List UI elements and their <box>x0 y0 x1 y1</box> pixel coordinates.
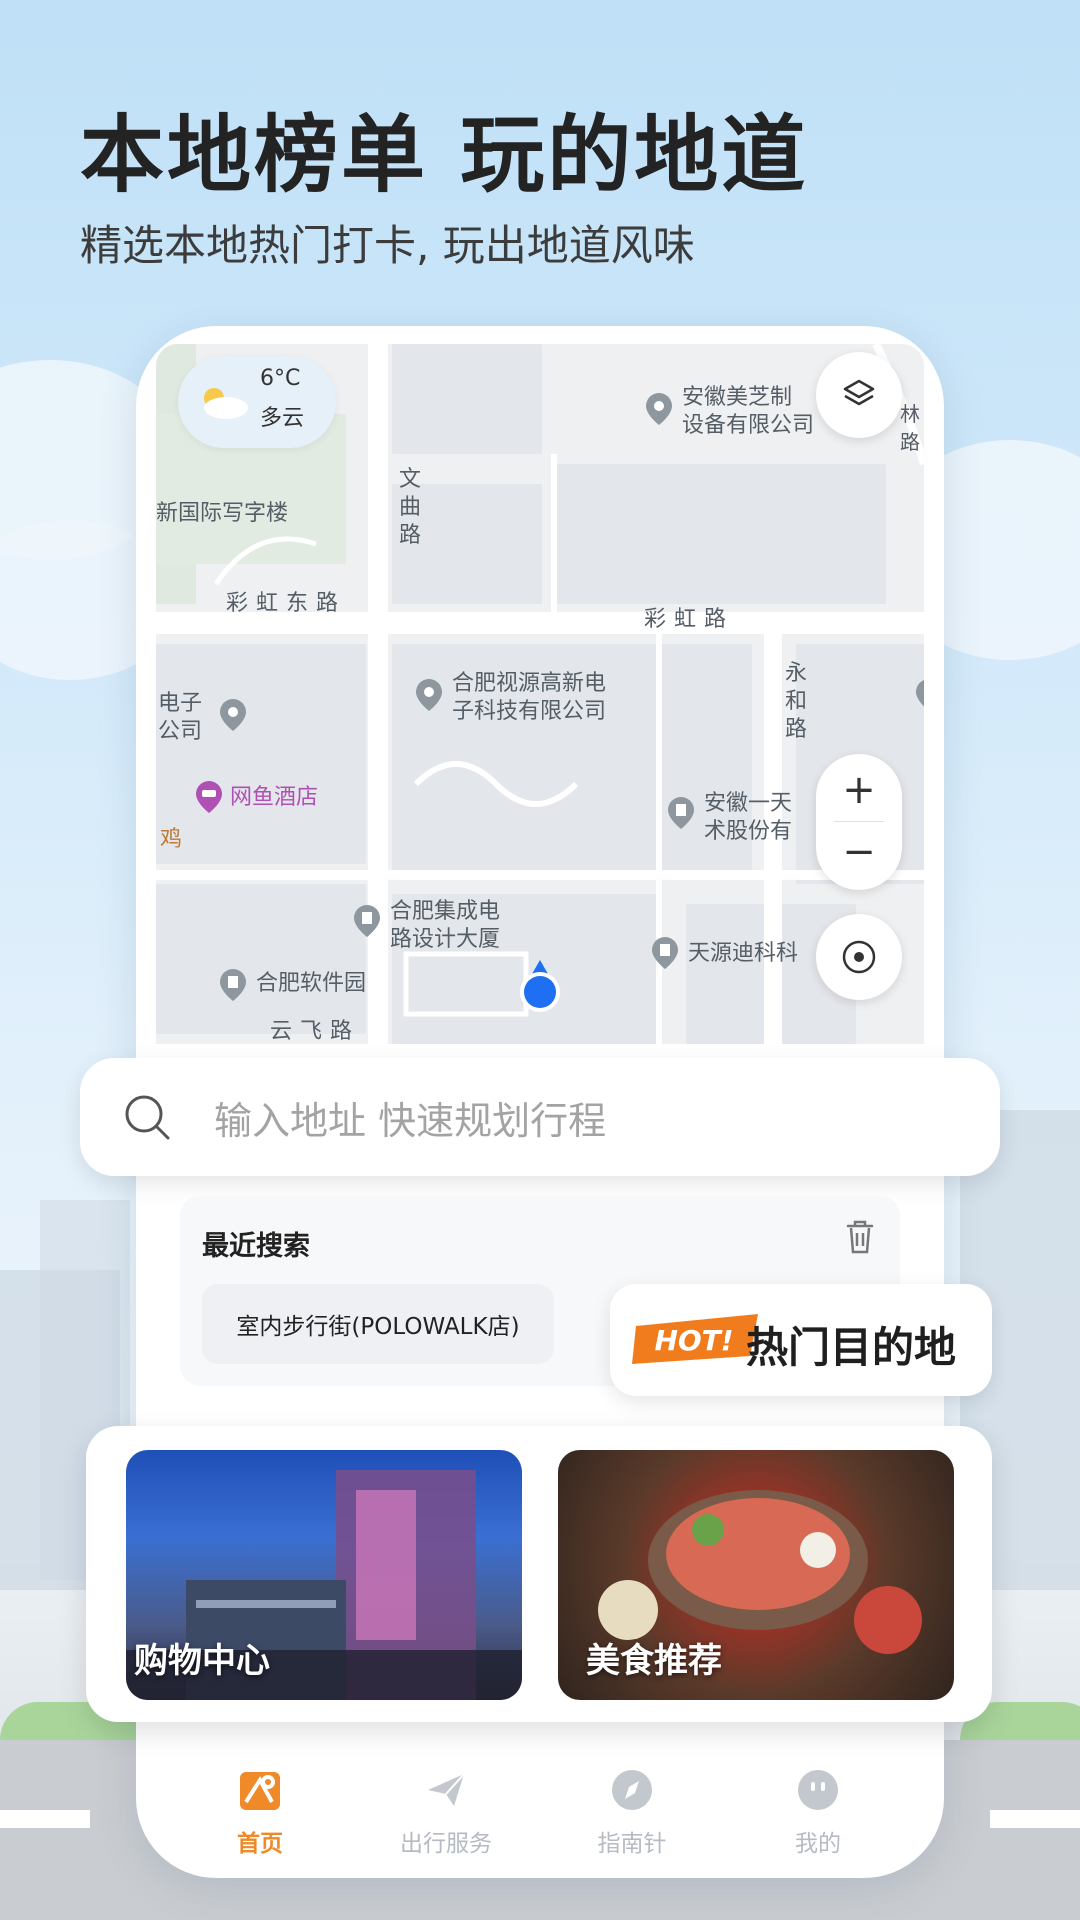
map-road-label-lin: 林路 <box>900 402 920 454</box>
hot-destinations-tag[interactable]: HOT! 热门目的地 <box>610 1284 992 1396</box>
hot-badge-icon: HOT! <box>632 1314 758 1364</box>
map-label-anhui-yitian[interactable]: 安徽一天 术股份有 <box>704 790 792 846</box>
zoom-out-button[interactable]: − <box>816 822 902 882</box>
map-poi-pin-icon[interactable] <box>218 968 248 1001</box>
map-label-shiyuan[interactable]: 合肥视源高新电 子科技有限公司 <box>452 670 606 726</box>
map-poi-pin-icon[interactable] <box>218 698 248 731</box>
hotel-pin-icon[interactable] <box>194 780 224 813</box>
layers-icon <box>843 379 875 406</box>
search-icon <box>125 1095 170 1140</box>
promo-subline: 精选本地热门打卡, 玩出地道风味 <box>80 221 695 270</box>
svg-text:HOT!: HOT! <box>654 1324 733 1357</box>
map-poi-pin-icon[interactable] <box>644 392 674 425</box>
shopping-center-card[interactable]: 购物中心 <box>126 1450 522 1700</box>
bottom-tab-bar: 首页 出行服务 指南针 我的 <box>156 1756 924 1876</box>
zoom-control: + − <box>816 754 902 890</box>
map-road-label-caihong-east: 彩虹东路 <box>226 591 347 616</box>
tab-home-label: 首页 <box>237 1831 283 1857</box>
map-road-label-wenqu: 文曲路 <box>398 467 421 548</box>
weather-temperature: 6°C <box>260 366 301 391</box>
map-view[interactable]: 安徽美芝制 设备有限公司 新国际写字楼 文曲路 彩虹东路 彩虹路 永和路 林路 … <box>156 344 924 1064</box>
compass-icon <box>612 1770 652 1810</box>
map-poi-pin-icon[interactable] <box>352 904 382 937</box>
tab-profile[interactable]: 我的 <box>738 1756 898 1876</box>
map-label-jicheng[interactable]: 合肥集成电 路设计大厦 <box>390 898 500 954</box>
map-poi-pin-icon[interactable] <box>650 936 680 969</box>
zoom-in-button[interactable]: + <box>816 760 902 820</box>
app-screen: 本地榜单 玩的地道 精选本地热门打卡, 玩出地道风味 安徽美芝制 设备有限公司 … <box>0 0 1080 1920</box>
home-map-icon <box>240 1772 280 1810</box>
map-label-tianyuan[interactable]: 天源迪科科 <box>688 940 798 968</box>
tab-compass[interactable]: 指南针 <box>552 1756 712 1876</box>
map-poi-pin-icon[interactable] <box>414 678 444 711</box>
tab-profile-label: 我的 <box>795 1831 841 1857</box>
search-bar[interactable]: 输入地址 快速规划行程 <box>80 1058 1000 1176</box>
road-marking <box>990 1810 1080 1828</box>
map-road-label-caihong: 彩虹路 <box>644 607 735 632</box>
road-marking <box>0 1810 90 1828</box>
tab-home[interactable]: 首页 <box>180 1756 340 1876</box>
hot-destinations-label: 热门目的地 <box>746 1323 957 1372</box>
food-recommend-label: 美食推荐 <box>586 1641 722 1681</box>
map-road-label-yunfei: 云飞路 <box>270 1019 361 1044</box>
paper-plane-icon <box>428 1773 465 1806</box>
promo-headline: 本地榜单 玩的地道 <box>80 106 809 204</box>
search-input[interactable]: 输入地址 快速规划行程 <box>214 1090 606 1145</box>
profile-icon <box>798 1770 838 1810</box>
trash-icon[interactable] <box>842 1216 878 1256</box>
map-label-dianzi[interactable]: 电子 公司 <box>158 690 202 746</box>
map-poi-pin-icon[interactable] <box>666 796 696 829</box>
weather-widget[interactable]: 6°C 多云 <box>178 356 336 448</box>
locate-button[interactable] <box>816 914 902 1000</box>
tab-compass-label: 指南针 <box>597 1831 667 1857</box>
map-label-ruanjianyuan[interactable]: 合肥软件园 <box>256 970 366 998</box>
map-label-guoji-xiezilou[interactable]: 新国际写字楼 <box>156 500 288 528</box>
tab-travel-service[interactable]: 出行服务 <box>366 1756 526 1876</box>
map-label-anhui-meizhi[interactable]: 安徽美芝制 设备有限公司 <box>682 384 814 440</box>
locate-icon <box>842 940 876 974</box>
map-label-wangyu-hotel[interactable]: 网鱼酒店 <box>230 784 318 812</box>
map-road-label-yonghe: 永和路 <box>784 661 807 742</box>
recent-searches-title: 最近搜索 <box>202 1231 310 1262</box>
map-poi-pin-icon[interactable] <box>914 678 924 708</box>
map-layers-button[interactable] <box>816 352 902 438</box>
tab-travel-service-label: 出行服务 <box>400 1831 492 1857</box>
map-label-ji[interactable]: 鸡 <box>160 826 182 854</box>
partly-cloudy-icon <box>204 388 248 419</box>
category-cards: 购物中心 美食推荐 <box>86 1426 992 1722</box>
recent-search-chip[interactable]: 室内步行街(POLOWALK店) <box>202 1284 554 1364</box>
shopping-center-label: 购物中心 <box>134 1641 270 1681</box>
weather-condition: 多云 <box>260 406 305 431</box>
current-location-icon <box>520 960 560 1012</box>
food-recommend-card[interactable]: 美食推荐 <box>558 1450 954 1700</box>
